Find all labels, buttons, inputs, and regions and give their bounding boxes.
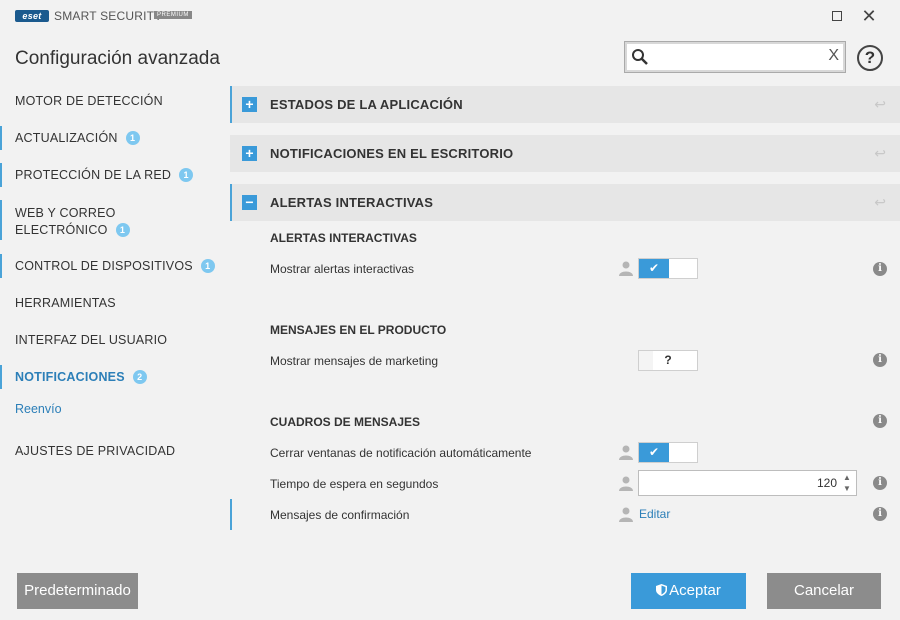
edition-badge: PREMIUM [154,11,192,19]
chevron-up-icon[interactable]: ▲ [841,472,853,483]
sidebar-item-label: NOTIFICACIONES [15,370,125,384]
accept-label: Aceptar [669,582,721,599]
group-heading-product-messages: MENSAJES EN EL PRODUCTO [270,323,447,337]
timeout-seconds-input[interactable] [643,474,837,492]
sidebar-item-device-control[interactable]: CONTROL DE DISPOSITIVOS 1 [0,252,225,280]
sidebar-item-label: PROTECCIÓN DE LA RED [15,168,172,182]
section-title: ESTADOS DE LA APLICACIÓN [270,97,463,112]
sidebar-item-tools[interactable]: HERRAMIENTAS [0,296,116,310]
check-icon: ✔ [639,443,669,462]
count-badge: 1 [115,223,130,237]
title-bar: eset SMART SECURITY PREMIUM ✕ [0,0,900,32]
count-badge: 2 [132,370,147,384]
setting-label: Mostrar mensajes de marketing [270,354,439,368]
expand-icon[interactable]: + [242,146,257,161]
help-icon[interactable]: ? [857,45,883,71]
user-icon [619,261,633,276]
sidebar-item-label: AJUSTES DE PRIVACIDAD [15,444,176,458]
user-icon [619,445,633,460]
indeterminate-state: ? [653,351,683,370]
search-icon [632,49,648,65]
sidebar-item-user-interface[interactable]: INTERFAZ DEL USUARIO [0,333,167,347]
search-box[interactable]: X [624,41,846,73]
revert-icon[interactable]: ↩ [874,194,886,211]
eset-logo: eset [15,10,49,22]
info-icon[interactable]: i [873,476,887,490]
sidebar-subitem-forwarding[interactable]: Reenvío [0,402,62,416]
info-icon[interactable]: i [873,353,887,367]
user-icon [619,507,633,522]
sidebar-item-privacy-settings[interactable]: AJUSTES DE PRIVACIDAD [0,444,175,458]
sidebar-item-label-line2: ELECTRÓNICO [15,223,108,237]
section-desktop-notifications[interactable]: + NOTIFICACIONES EN EL ESCRITORIO ↩ [230,135,900,172]
sidebar-item-label: WEB Y CORREO [15,206,116,220]
search-input[interactable] [655,46,815,68]
product-name: SMART SECURITY [54,9,163,23]
sidebar-item-label: ACTUALIZACIÓN [15,131,118,145]
timeout-seconds-stepper[interactable]: ▲ ▼ [638,470,857,496]
page-title: Configuración avanzada [15,48,220,69]
setting-label: Cerrar ventanas de notificación automáti… [270,446,532,460]
count-badge: 1 [125,131,140,145]
toggle-show-marketing-messages[interactable]: ? [638,350,698,371]
sidebar-item-detection-engine[interactable]: MOTOR DE DETECCIÓN [0,94,163,108]
toggle-show-interactive-alerts[interactable]: ✔ [638,258,698,279]
section-title: ALERTAS INTERACTIVAS [270,195,434,210]
revert-icon[interactable]: ↩ [874,145,886,162]
group-heading-message-boxes: CUADROS DE MENSAJES [270,415,421,429]
group-heading-interactive-alerts: ALERTAS INTERACTIVAS [270,231,417,245]
info-icon[interactable]: i [873,507,887,521]
toggle-track [639,351,653,370]
default-button[interactable]: Predeterminado [17,573,138,609]
sidebar-item-update[interactable]: ACTUALIZACIÓN 1 [0,124,225,152]
toggle-auto-close-notifications[interactable]: ✔ [638,442,698,463]
section-title: NOTIFICACIONES EN EL ESCRITORIO [270,146,514,161]
sidebar-item-label: MOTOR DE DETECCIÓN [15,94,163,108]
shield-icon [656,584,668,596]
collapse-icon[interactable]: − [242,195,257,210]
maximize-button[interactable] [826,6,848,26]
edit-confirmation-messages-link[interactable]: Editar [639,507,670,521]
setting-label: Tiempo de espera en segundos [270,477,439,491]
section-interactive-alerts[interactable]: − ALERTAS INTERACTIVAS ↩ [230,184,900,221]
maximize-icon [832,11,842,21]
check-icon: ✔ [639,259,669,278]
info-icon[interactable]: i [873,262,887,276]
cancel-button[interactable]: Cancelar [767,573,881,609]
expand-icon[interactable]: + [242,97,257,112]
sidebar-item-web-email[interactable]: WEB Y CORREO ELECTRÓNICO 1 [0,198,225,242]
user-icon [619,476,633,491]
section-application-statuses[interactable]: + ESTADOS DE LA APLICACIÓN ↩ [230,86,900,123]
count-badge: 1 [200,259,215,273]
close-icon: ✕ [861,6,877,26]
sidebar-item-label: INTERFAZ DEL USUARIO [15,333,168,347]
row-indicator [230,499,232,530]
revert-icon[interactable]: ↩ [874,96,886,113]
setting-label: Mostrar alertas interactivas [270,262,415,276]
close-window-button[interactable]: ✕ [858,6,880,26]
sidebar-item-label: HERRAMIENTAS [15,296,116,310]
info-icon[interactable]: i [873,414,887,428]
setting-label: Mensajes de confirmación [270,508,410,522]
accept-button[interactable]: Aceptar [631,573,746,609]
clear-search-icon[interactable]: X [828,47,839,65]
count-badge: 1 [179,168,194,182]
sidebar-item-label: CONTROL DE DISPOSITIVOS [15,259,193,273]
sidebar-item-notifications[interactable]: NOTIFICACIONES 2 [0,363,225,391]
chevron-down-icon[interactable]: ▼ [841,483,853,494]
sidebar-item-network-protection[interactable]: PROTECCIÓN DE LA RED 1 [0,161,225,189]
